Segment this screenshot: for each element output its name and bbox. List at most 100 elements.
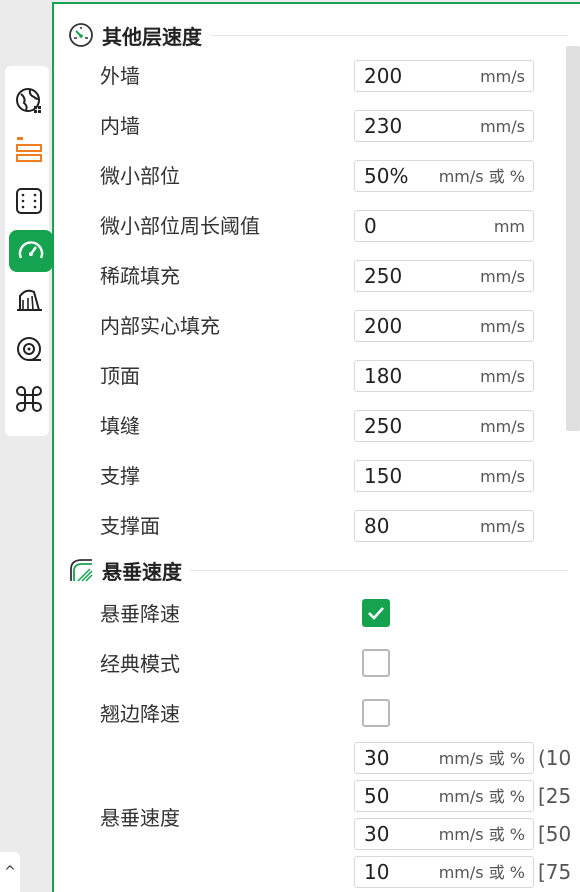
input-unit: mm/s [480, 267, 525, 286]
speed-input[interactable]: 150 mm/s [354, 460, 534, 492]
setting-row: 内墙 230 mm/s [54, 110, 568, 142]
speedometer-icon [18, 241, 44, 259]
globe-grid-icon [16, 88, 41, 113]
dotted-square-icon [16, 188, 42, 214]
section-title: 悬垂速度 [102, 559, 182, 584]
command-icon [16, 386, 42, 412]
speed-gauge-icon [69, 23, 93, 47]
input-value[interactable]: 50% [364, 162, 408, 190]
input-value[interactable]: 30 [364, 820, 389, 848]
setting-label: 支撑 [100, 464, 140, 488]
setting-label: 稀疏填充 [100, 264, 180, 288]
setting-label: 支撑面 [100, 514, 160, 538]
tab-bar [5, 66, 53, 436]
speed-input[interactable]: 250 mm/s [354, 260, 534, 292]
curl-slowdown-checkbox[interactable] [362, 699, 390, 727]
input-value[interactable]: 30 [364, 744, 389, 772]
overhang-range-label: [50 [538, 822, 572, 846]
setting-label: 经典模式 [100, 652, 180, 676]
input-unit: mm/s 或 % [438, 749, 525, 768]
tab-speed[interactable] [9, 230, 53, 272]
tab-filament[interactable] [9, 328, 49, 370]
speed-input[interactable]: 230 mm/s [354, 110, 534, 142]
overhang-speed-row: 30 mm/s 或 % [50 [354, 818, 580, 850]
speed-input[interactable]: 200 mm/s [354, 310, 534, 342]
setting-row: 支撑面 80 mm/s [54, 510, 568, 542]
input-value[interactable]: 10 [364, 858, 389, 886]
input-unit: mm/s [480, 467, 525, 486]
input-value[interactable]: 200 [364, 62, 402, 90]
setting-row: 支撑 150 mm/s [54, 460, 568, 492]
input-unit: mm/s [480, 317, 525, 336]
scrollbar[interactable] [566, 46, 580, 431]
speed-input[interactable]: 250 mm/s [354, 410, 534, 442]
spool-icon [17, 337, 41, 361]
overhang-speed-input[interactable]: 50 mm/s 或 % [354, 780, 534, 812]
setting-label: 微小部位周长阈值 [100, 214, 260, 238]
section-divider [190, 569, 568, 571]
section-divider [210, 34, 568, 36]
setting-label: 内部实心填充 [100, 314, 220, 338]
setting-row: 填缝 250 mm/s [54, 410, 568, 442]
overhang-slowdown-checkbox[interactable] [362, 599, 390, 627]
setting-label: 顶面 [100, 364, 140, 388]
overhang-speed-input[interactable]: 30 mm/s 或 % [354, 742, 534, 774]
input-value[interactable]: 150 [364, 462, 402, 490]
settings-window: ^ 其他层速度 外墙 200 mm/s 内墙 230 mm/s 微小部位 50%… [0, 0, 580, 892]
setting-row: 微小部位周长阈值 0 mm [54, 210, 568, 242]
tab-multimaterial[interactable] [9, 278, 49, 320]
tab-others[interactable] [9, 378, 49, 420]
input-unit: mm/s [480, 417, 525, 436]
setting-row: 内部实心填充 200 mm/s [54, 310, 568, 342]
tab-quality[interactable] [9, 80, 49, 122]
setting-row: 经典模式 [54, 648, 568, 680]
section-overhang-header: 悬垂速度 [68, 555, 568, 585]
classic-mode-checkbox[interactable] [362, 649, 390, 677]
overhang-speed-row: 30 mm/s 或 % (10 [354, 742, 580, 774]
overhang-speed-input[interactable]: 30 mm/s 或 % [354, 818, 534, 850]
tab-support[interactable] [9, 180, 49, 222]
setting-label: 外墙 [100, 64, 140, 88]
overhang-range-label: [25 [538, 784, 572, 808]
setting-row: 外墙 200 mm/s [54, 60, 568, 92]
speed-input[interactable]: 200 mm/s [354, 60, 534, 92]
overhang-icon [70, 559, 93, 582]
setting-label: 内墙 [100, 114, 140, 138]
input-unit: mm [493, 217, 525, 236]
overhang-speed-row: 10 mm/s 或 % [75 [354, 856, 580, 888]
overhang-speed-label: 悬垂速度 [100, 806, 180, 830]
sidebar: ^ [0, 0, 53, 892]
input-value[interactable]: 230 [364, 112, 402, 140]
collapse-button[interactable]: ^ [0, 852, 20, 892]
input-unit: mm/s 或 % [438, 825, 525, 844]
input-value[interactable]: 80 [364, 512, 389, 540]
input-value[interactable]: 0 [364, 212, 377, 240]
speed-input[interactable]: 180 mm/s [354, 360, 534, 392]
overhang-speed-input[interactable]: 10 mm/s 或 % [354, 856, 534, 888]
input-unit: mm/s [480, 517, 525, 536]
length-input[interactable]: 0 mm [354, 210, 534, 242]
input-unit: mm/s 或 % [438, 863, 525, 882]
input-unit: mm/s [480, 367, 525, 386]
section-other-layers-header: 其他层速度 [68, 20, 568, 50]
speed-input[interactable]: 50% mm/s 或 % [354, 160, 534, 192]
setting-row: 稀疏填充 250 mm/s [54, 260, 568, 292]
input-unit: mm/s 或 % [438, 167, 525, 186]
setting-label: 翘边降速 [100, 702, 180, 726]
speed-input[interactable]: 80 mm/s [354, 510, 534, 542]
section-title: 其他层速度 [102, 24, 202, 49]
overhang-range-label: (10 [538, 746, 572, 770]
input-value[interactable]: 250 [364, 262, 402, 290]
overhang-range-label: [75 [538, 860, 572, 884]
setting-label: 微小部位 [100, 164, 180, 188]
input-value[interactable]: 250 [364, 412, 402, 440]
setting-row: 悬垂降速 [54, 598, 568, 630]
input-value[interactable]: 180 [364, 362, 402, 390]
tab-strength[interactable] [9, 128, 49, 170]
input-value[interactable]: 50 [364, 782, 389, 810]
setting-label: 填缝 [100, 414, 140, 438]
tower-icon [17, 289, 42, 311]
setting-row: 翘边降速 [54, 698, 568, 730]
setting-label: 悬垂降速 [100, 602, 180, 626]
input-value[interactable]: 200 [364, 312, 402, 340]
